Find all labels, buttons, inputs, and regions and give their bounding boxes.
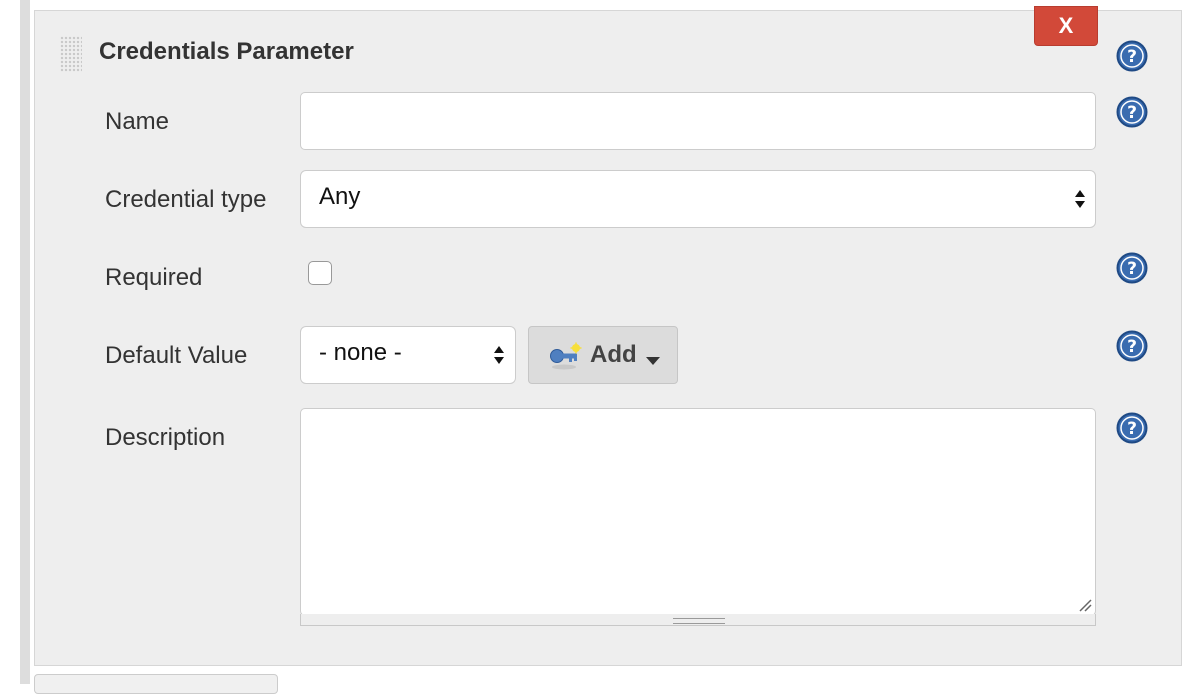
grip-icon (673, 618, 725, 624)
default-value-value: - none - (319, 339, 402, 366)
name-input[interactable] (300, 92, 1096, 150)
left-border (20, 0, 30, 684)
help-icon[interactable]: ? (1116, 40, 1148, 72)
description-textarea[interactable] (300, 408, 1096, 616)
drag-handle-icon[interactable] (60, 36, 82, 72)
required-checkbox[interactable] (308, 261, 332, 285)
select-arrows-icon (1074, 187, 1086, 211)
default-value-label: Default Value (105, 342, 248, 369)
section-title: Credentials Parameter (99, 38, 354, 65)
key-add-icon (549, 342, 583, 375)
svg-text:?: ? (1127, 419, 1137, 439)
description-label: Description (105, 424, 226, 451)
help-icon[interactable]: ? (1116, 330, 1148, 362)
next-block-edge (34, 674, 278, 694)
caret-down-icon (646, 352, 660, 370)
credential-type-value: Any (319, 183, 361, 210)
delete-button[interactable]: X (1034, 6, 1098, 46)
credential-type-select[interactable]: Any (300, 170, 1096, 228)
textarea-resize-handle[interactable] (300, 614, 1096, 626)
help-icon[interactable]: ? (1116, 96, 1148, 128)
credential-type-label: Credential type (105, 186, 267, 213)
svg-text:?: ? (1127, 47, 1137, 67)
add-button-label: Add (590, 341, 637, 368)
help-icon[interactable]: ? (1116, 252, 1148, 284)
svg-text:?: ? (1127, 103, 1137, 123)
default-value-select[interactable]: - none - (300, 326, 516, 384)
required-label: Required (105, 264, 203, 291)
svg-text:?: ? (1127, 259, 1137, 279)
add-credentials-button[interactable]: Add (528, 326, 678, 384)
help-icon[interactable]: ? (1116, 412, 1148, 444)
name-label: Name (105, 108, 170, 135)
svg-text:?: ? (1127, 337, 1137, 357)
select-arrows-icon (493, 343, 505, 367)
